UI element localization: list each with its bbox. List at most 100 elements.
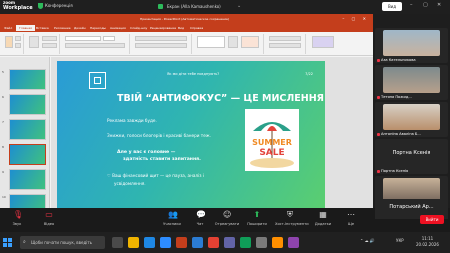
beach-umbrella-icon: SUMMER SALE — [250, 122, 294, 168]
slide-thumbnail[interactable] — [9, 169, 46, 190]
arrange-button[interactable] — [228, 36, 238, 48]
list-buttons[interactable] — [135, 36, 187, 41]
powerpoint-app-icon[interactable] — [176, 237, 187, 248]
tab-view[interactable]: Вид — [178, 26, 184, 30]
participant-tile[interactable]: Аза Кательникова — [375, 28, 448, 63]
paste-icon[interactable] — [5, 36, 13, 48]
slide-text-line: Знижки, голоси блогерів і красиві банери… — [107, 133, 211, 138]
font-family-select[interactable] — [65, 36, 101, 41]
participant-name-large: Портна Ксенія — [392, 150, 431, 156]
file-explorer-icon[interactable] — [128, 237, 139, 248]
close-icon[interactable]: ✕ — [437, 2, 441, 8]
teams-app-icon[interactable] — [224, 237, 235, 248]
host-tools-icon: ⛨ — [287, 210, 293, 219]
screen-share-label: Екран (Alla Kamaushenko) — [167, 4, 221, 9]
slide-page-number: 7/22 — [305, 72, 313, 76]
font-group — [62, 34, 130, 54]
tab-help[interactable]: Справка — [190, 26, 203, 30]
clock-time: 11:11 — [421, 236, 434, 241]
security-shield-icon[interactable] — [38, 3, 43, 9]
taskbar-clock[interactable]: 11:11 20.02.2026 — [416, 236, 439, 248]
app-icon[interactable] — [272, 237, 283, 248]
tab-file[interactable]: Файл — [4, 26, 12, 30]
ppt-window-controls[interactable]: – ▢ ✕ — [342, 16, 369, 21]
app-icon[interactable] — [288, 237, 299, 248]
align-buttons[interactable] — [135, 43, 187, 48]
slide-thumbnail[interactable] — [9, 69, 46, 90]
ppt-window-title: Презентация - PowerPoint (Автоматическое… — [140, 17, 230, 21]
taskbar-search[interactable]: ⌕ Щоби почати пошук, введіть — [20, 236, 105, 249]
video-button[interactable]: ▭ Відео — [34, 211, 64, 227]
cut-icon[interactable] — [15, 36, 21, 41]
participant-tile[interactable]: Портна Ксенія Портна Ксенія — [375, 139, 448, 174]
share-button[interactable]: ⬆ Поширити — [242, 211, 272, 227]
tray-icons[interactable]: ⌃ ☁ 🔊 — [360, 238, 375, 243]
more-button[interactable]: ⋯ Ще — [336, 211, 366, 227]
tab-design[interactable]: Дизайн — [74, 26, 86, 30]
tab-animation[interactable]: Анимация — [110, 26, 126, 30]
find-button[interactable] — [269, 36, 301, 41]
react-button[interactable]: ☺ Отреагувати — [212, 210, 242, 227]
search-placeholder: Щоби почати пошук, введіть — [31, 240, 93, 245]
reset-button[interactable] — [42, 43, 57, 48]
slide-thumbnail[interactable] — [9, 94, 46, 115]
tab-home[interactable]: Главная — [16, 25, 35, 31]
current-slide[interactable]: Як ми діти тебе поєднують? 7/22 ТВІЙ “АН… — [57, 61, 325, 217]
audio-button[interactable]: 🎙 Звук — [2, 210, 32, 227]
zoom-app-icon[interactable] — [160, 237, 171, 248]
slide-thumbnail-active[interactable] — [9, 144, 46, 165]
copy-icon[interactable] — [15, 43, 21, 48]
slide-edit-area: Як ми діти тебе поєднують? 7/22 ТВІЙ “АН… — [51, 57, 373, 225]
new-slide-icon[interactable] — [29, 36, 39, 48]
participants-button[interactable]: 👥 Учасники — [157, 211, 187, 227]
ppt-ribbon-tabs: Файл Главная Вставка Рисование Дизайн Пе… — [0, 24, 373, 32]
layout-button[interactable] — [42, 36, 57, 41]
search-icon: ⌕ — [23, 239, 26, 245]
image-text: SALE — [259, 148, 284, 158]
slide-text-line: ♡ Ваш фінансовий щит — це пауза, аналіз … — [107, 173, 204, 178]
language-indicator[interactable]: УКР — [396, 238, 404, 243]
tab-review[interactable]: Рецензирование — [150, 26, 176, 30]
replace-button[interactable] — [269, 43, 301, 48]
drawing-group — [194, 34, 264, 54]
shapes-gallery[interactable] — [197, 36, 225, 48]
host-tools-button[interactable]: ⛨ Хост-інструменти — [275, 210, 309, 227]
font-format-buttons[interactable] — [65, 43, 125, 48]
designer-group — [308, 34, 340, 54]
participant-tile[interactable]: Антоніна Аваліна Б... — [375, 102, 448, 137]
clock-date: 20.02.2026 — [416, 242, 439, 247]
tab-transitions[interactable]: Переходы — [90, 26, 106, 30]
font-size-select[interactable] — [103, 36, 115, 41]
tab-slideshow[interactable]: Слайд-шоу — [130, 26, 147, 30]
tab-draw[interactable]: Рисование — [54, 26, 71, 30]
zoom-logo-subtext: Workplace — [3, 5, 33, 11]
ppt-title-bar: Презентация - PowerPoint (Автоматическое… — [0, 14, 373, 24]
chat-button[interactable]: 💬 Чат — [185, 211, 215, 227]
word-app-icon[interactable] — [192, 237, 203, 248]
slide-thumbnail[interactable] — [9, 119, 46, 140]
maximize-icon[interactable]: ▢ — [423, 2, 428, 8]
participant-video — [383, 30, 440, 56]
slide-text-line: Реклама завжди буде. — [107, 118, 157, 123]
tab-insert[interactable]: Вставка — [36, 26, 49, 30]
participant-tile[interactable]: Тетяна Пожид... — [375, 65, 448, 100]
leave-button[interactable]: Вийти — [420, 215, 444, 224]
view-button[interactable]: Вид — [382, 2, 402, 11]
app-icon[interactable] — [256, 237, 267, 248]
react-icon: ☺ — [223, 210, 232, 219]
mic-off-icon: 🎙 — [13, 210, 24, 219]
apps-button[interactable]: ▦ Додатки — [308, 211, 338, 227]
quick-styles-button[interactable] — [241, 36, 259, 48]
chrome-app-icon[interactable] — [208, 237, 219, 248]
participant-video — [383, 104, 440, 130]
task-view-icon[interactable] — [112, 237, 123, 248]
slide-bold-line: Але у вас є головне — — [117, 150, 176, 155]
designer-icon[interactable] — [312, 36, 334, 48]
app-icon[interactable] — [240, 237, 251, 248]
edge-icon[interactable] — [144, 237, 155, 248]
image-text: SUMMER — [252, 138, 292, 147]
minimize-icon[interactable]: – — [410, 2, 413, 8]
zoom-top-bar: zoom Workplace Конференція Екран (Alla K… — [0, 0, 450, 14]
windows-start-icon[interactable] — [3, 238, 12, 247]
screen-share-indicator[interactable]: Екран (Alla Kamaushenko) ⌄ — [157, 2, 275, 11]
